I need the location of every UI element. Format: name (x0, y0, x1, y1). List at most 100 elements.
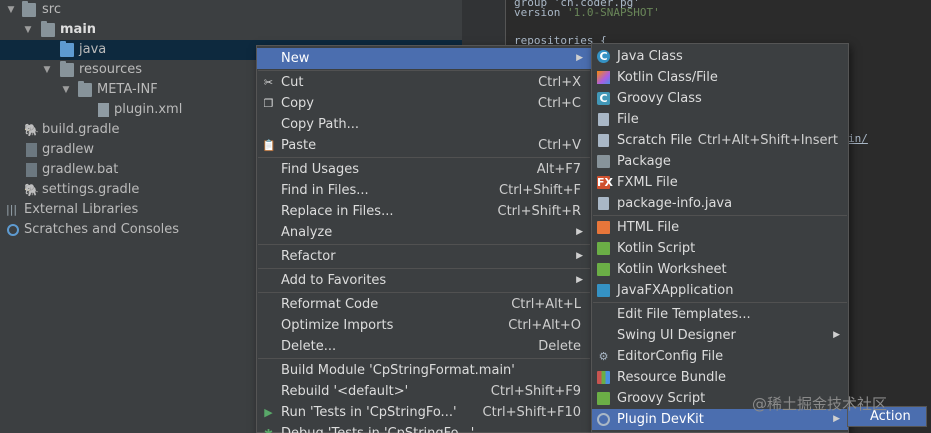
tree-item-label: java (79, 42, 107, 57)
menu-item-reformat-code[interactable]: Reformat Code Ctrl+Alt+L (257, 294, 591, 315)
tree-item-label: main (60, 22, 97, 37)
menu-item-label: Reformat Code (281, 297, 379, 312)
submenu-item-package-info[interactable]: package-info.java (592, 193, 848, 214)
submenu-item-javafx-application[interactable]: JavaFXApplication (592, 280, 848, 301)
menu-item-shortcut: Ctrl+X (538, 75, 581, 90)
menu-item-add-to-favorites[interactable]: Add to Favorites ▶ (257, 270, 591, 291)
folder-icon (22, 1, 36, 17)
gradle-icon: 🐘 (24, 183, 39, 197)
expand-arrow-icon[interactable]: ▼ (41, 60, 53, 80)
menu-item-label: Kotlin Worksheet (617, 262, 727, 277)
menu-separator (258, 268, 590, 269)
paste-icon: 📋 (262, 139, 276, 152)
menu-item-label: Groovy Class (617, 91, 702, 106)
code-line: version '1.0-SNAPSHOT' (514, 6, 660, 19)
code-keyword: version (514, 6, 561, 19)
context-menu: New ▶ ✂ Cut Ctrl+X ❐ Copy Ctrl+C Copy Pa… (256, 45, 592, 433)
submenu-item-java-class[interactable]: C Java Class (592, 46, 848, 67)
menu-item-label: Delete... (281, 339, 337, 354)
plugin-xml-icon (98, 103, 109, 117)
menu-item-analyze[interactable]: Analyze ▶ (257, 222, 591, 243)
expand-arrow-icon[interactable]: ▼ (60, 80, 72, 100)
expand-arrow-icon[interactable]: ▼ (22, 20, 34, 40)
menu-item-label: Copy (281, 96, 314, 111)
menu-item-delete[interactable]: Delete... Delete (257, 336, 591, 357)
submenu-arrow-icon: ▶ (576, 227, 583, 237)
menu-item-new[interactable]: New ▶ (257, 48, 591, 69)
submenu-item-html-file[interactable]: HTML File (592, 217, 848, 238)
menu-item-label: File (617, 112, 639, 127)
menu-item-run-tests[interactable]: ▶ Run 'Tests in 'CpStringFo...' Ctrl+Shi… (257, 402, 591, 423)
menu-item-find-in-files[interactable]: Find in Files... Ctrl+Shift+F (257, 180, 591, 201)
menu-item-debug-tests[interactable]: ✱ Debug 'Tests in 'CpStringFo...' (257, 423, 591, 433)
menu-item-label: Find in Files... (281, 183, 369, 198)
menu-item-label: FXML File (617, 175, 678, 190)
menu-item-shortcut: Ctrl+Shift+R (497, 204, 582, 219)
groovy-class-icon: C (597, 92, 610, 105)
menu-item-shortcut: Ctrl+Alt+Shift+Insert (697, 133, 838, 148)
menu-item-label: Add to Favorites (281, 273, 387, 288)
scratch-file-icon (598, 134, 609, 147)
submenu-item-fxml-file[interactable]: FX FXML File (592, 172, 848, 193)
menu-item-label: Analyze (281, 225, 333, 240)
submenu-item-swing-ui-designer[interactable]: Swing UI Designer ▶ (592, 325, 848, 346)
plugin-devkit-icon (597, 413, 610, 426)
fxml-icon: FX (597, 176, 613, 189)
menu-item-refactor[interactable]: Refactor ▶ (257, 246, 591, 267)
menu-item-shortcut: Ctrl+V (538, 138, 581, 153)
tree-item-main[interactable]: ▼ main (0, 20, 462, 40)
menu-item-label: Refactor (281, 249, 336, 264)
groovy-script-icon (597, 392, 610, 405)
tree-item-src[interactable]: ▼ src (0, 0, 462, 20)
menu-separator (593, 302, 847, 303)
menu-item-label: Kotlin Script (617, 241, 696, 256)
menu-separator (593, 215, 847, 216)
copy-icon: ❐ (263, 97, 274, 110)
html-icon (597, 221, 610, 234)
menu-item-shortcut: Ctrl+Shift+F (499, 183, 581, 198)
menu-item-rebuild[interactable]: Rebuild '<default>' Ctrl+Shift+F9 (257, 381, 591, 402)
submenu-item-kotlin-script[interactable]: Kotlin Script (592, 238, 848, 259)
submenu-item-groovy-class[interactable]: C Groovy Class (592, 88, 848, 109)
menu-item-label: EditorConfig File (617, 349, 724, 364)
menu-item-copy-path[interactable]: Copy Path... (257, 114, 591, 135)
submenu-item-package[interactable]: Package (592, 151, 848, 172)
menu-item-replace-in-files[interactable]: Replace in Files... Ctrl+Shift+R (257, 201, 591, 222)
tree-item-label: gradlew.bat (42, 162, 119, 177)
menu-item-shortcut: Ctrl+Shift+F10 (482, 405, 581, 420)
expand-arrow-icon[interactable]: ▼ (5, 0, 17, 20)
menu-item-label: Run 'Tests in 'CpStringFo...' (281, 405, 457, 420)
menu-item-paste[interactable]: 📋 Paste Ctrl+V (257, 135, 591, 156)
libraries-icon: ||| (6, 203, 18, 216)
code-link[interactable]: in/ (848, 132, 868, 145)
submenu-item-editorconfig-file[interactable]: ⚙ EditorConfig File (592, 346, 848, 367)
submenu-item-edit-file-templates[interactable]: Edit File Templates... (592, 304, 848, 325)
debug-icon: ✱ (262, 427, 275, 433)
package-icon (597, 155, 610, 168)
submenu-item-kotlin-class[interactable]: Kotlin Class/File (592, 67, 848, 88)
submenu-item-scratch-file[interactable]: Scratch File Ctrl+Alt+Shift+Insert (592, 130, 848, 151)
menu-item-label: JavaFXApplication (617, 283, 734, 298)
menu-item-shortcut: Delete (538, 339, 581, 354)
kotlin-icon (597, 71, 610, 84)
menu-item-cut[interactable]: ✂ Cut Ctrl+X (257, 72, 591, 93)
menu-item-find-usages[interactable]: Find Usages Alt+F7 (257, 159, 591, 180)
tree-item-label: resources (79, 62, 143, 77)
tree-item-label: src (42, 2, 61, 17)
tree-item-label: build.gradle (42, 122, 120, 137)
submenu-arrow-icon: ▶ (576, 251, 583, 261)
menu-item-shortcut: Ctrl+Alt+O (508, 318, 581, 333)
menu-item-optimize-imports[interactable]: Optimize Imports Ctrl+Alt+O (257, 315, 591, 336)
menu-item-copy[interactable]: ❐ Copy Ctrl+C (257, 93, 591, 114)
menu-item-label: Find Usages (281, 162, 360, 177)
tree-item-label: gradlew (42, 142, 95, 157)
tree-item-label: External Libraries (24, 202, 139, 217)
submenu-arrow-icon: ▶ (833, 330, 840, 340)
submenu-item-kotlin-worksheet[interactable]: Kotlin Worksheet (592, 259, 848, 280)
menu-item-label: Cut (281, 75, 304, 90)
menu-item-build-module[interactable]: Build Module 'CpStringFormat.main' (257, 360, 591, 381)
menu-item-label: New (281, 51, 310, 66)
submenu-item-file[interactable]: File (592, 109, 848, 130)
submenu-item-resource-bundle[interactable]: Resource Bundle (592, 367, 848, 388)
folder-icon (41, 21, 55, 37)
